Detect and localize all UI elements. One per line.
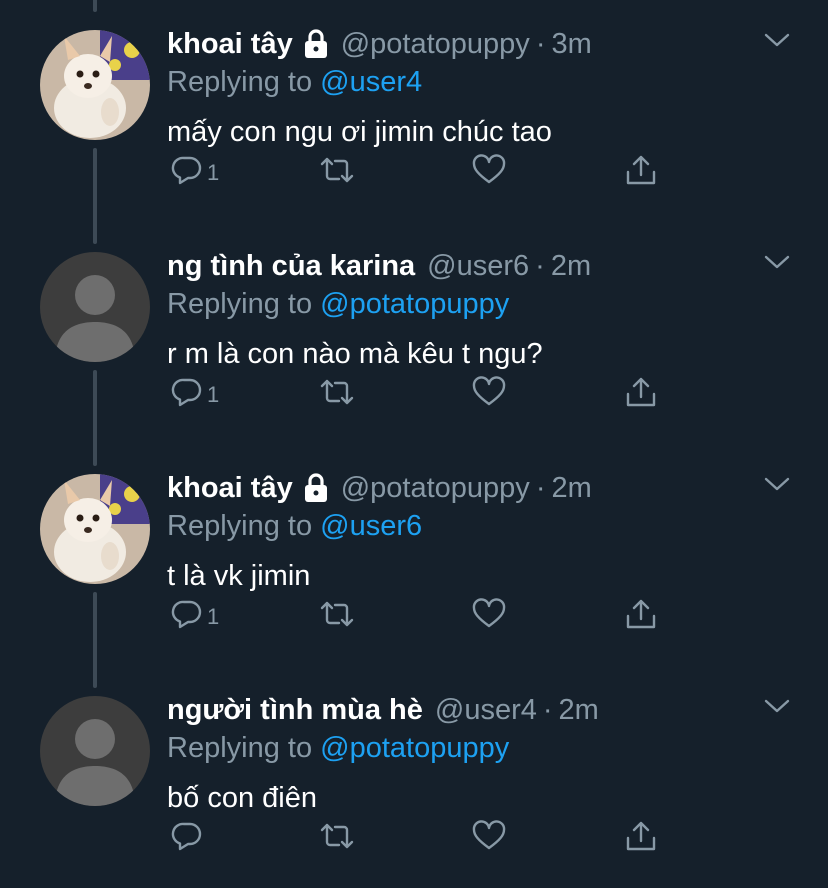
tweet-header: khoai tây @potatopuppy · 2m (167, 466, 748, 510)
replying-to-label: Replying to (167, 510, 313, 542)
tweet-header: khoai tây @potatopuppy · 3m (167, 22, 748, 66)
reply-count: 1 (207, 382, 220, 407)
display-name[interactable]: người tình mùa hè (167, 694, 423, 727)
dog-avatar-image (40, 30, 150, 140)
reply-count: 1 (207, 604, 220, 629)
reply-button[interactable]: 1 (171, 372, 219, 412)
chevron-down-icon[interactable] (764, 696, 790, 716)
tweet[interactable]: ng tình của karina @user6 · 2m Replying … (0, 222, 828, 466)
chevron-down-icon[interactable] (764, 252, 790, 272)
like-button[interactable] (472, 816, 506, 856)
heart-icon (472, 376, 506, 406)
tweet-header: ng tình của karina @user6 · 2m (167, 244, 748, 288)
replying-to: Replying to @potatopuppy (167, 288, 509, 321)
tweet-actions (167, 816, 667, 856)
replying-to-label: Replying to (167, 732, 313, 764)
timestamp[interactable]: 2m (551, 250, 591, 283)
tweet-actions: 1 (167, 372, 667, 412)
like-button[interactable] (472, 372, 506, 412)
timestamp[interactable]: 2m (551, 472, 591, 505)
retweet-button[interactable] (319, 816, 355, 856)
reply-button[interactable]: 1 (171, 594, 219, 634)
tweet-text: r m là con nào mà kêu t ngu? (167, 338, 543, 370)
display-name[interactable]: ng tình của karina (167, 250, 415, 283)
default-profile-image (40, 696, 150, 806)
reply-icon (171, 156, 202, 185)
share-icon (626, 155, 656, 185)
timestamp[interactable]: 2m (559, 694, 599, 727)
retweet-icon (320, 601, 354, 627)
share-button[interactable] (625, 816, 657, 856)
lock-icon (303, 473, 329, 503)
replying-to: Replying to @user6 (167, 510, 422, 543)
heart-icon (472, 154, 506, 184)
chevron-down-icon[interactable] (764, 474, 790, 494)
tweet-text: mấy con ngu ơi jimin chúc tao (167, 116, 552, 148)
reply-icon (171, 600, 202, 629)
lock-icon (303, 29, 329, 59)
share-button[interactable] (625, 594, 657, 634)
handle[interactable]: @user4 (435, 694, 537, 727)
replying-to-mention[interactable]: @user6 (320, 510, 422, 542)
share-icon (626, 599, 656, 629)
retweet-button[interactable] (319, 372, 355, 412)
replying-to-mention[interactable]: @potatopuppy (320, 288, 509, 320)
tweet[interactable]: khoai tây @potatopuppy · 3m Replying to … (0, 0, 828, 244)
like-button[interactable] (472, 150, 506, 190)
handle[interactable]: @potatopuppy (341, 28, 530, 61)
handle[interactable]: @potatopuppy (341, 472, 530, 505)
separator-dot: · (535, 471, 546, 504)
display-name[interactable]: khoai tây (167, 472, 293, 505)
display-name[interactable]: khoai tây (167, 28, 293, 61)
retweet-icon (320, 157, 354, 183)
avatar[interactable] (40, 696, 150, 806)
reply-button[interactable]: 1 (171, 150, 219, 190)
reply-count: 1 (207, 160, 220, 185)
reply-icon (171, 822, 202, 851)
tweet-actions: 1 (167, 150, 667, 190)
handle[interactable]: @user6 (427, 250, 529, 283)
tweet-text: t là vk jimin (167, 560, 311, 592)
replying-to-mention[interactable]: @user4 (320, 66, 422, 98)
share-button[interactable] (625, 150, 657, 190)
default-profile-image (40, 252, 150, 362)
heart-icon (472, 820, 506, 850)
share-icon (626, 377, 656, 407)
avatar[interactable] (40, 474, 150, 584)
share-button[interactable] (625, 372, 657, 412)
tweet-text: bố con điên (167, 782, 317, 814)
timestamp[interactable]: 3m (551, 28, 591, 61)
like-button[interactable] (472, 594, 506, 634)
avatar[interactable] (40, 30, 150, 140)
tweet-actions: 1 (167, 594, 667, 634)
thread-connector (93, 0, 97, 12)
separator-dot: · (535, 27, 546, 60)
replying-to: Replying to @potatopuppy (167, 732, 509, 765)
replying-to: Replying to @user4 (167, 66, 422, 99)
separator-dot: · (535, 249, 545, 282)
dog-avatar-image (40, 474, 150, 584)
separator-dot: · (542, 693, 553, 726)
replying-to-mention[interactable]: @potatopuppy (320, 732, 509, 764)
heart-icon (472, 598, 506, 628)
tweet[interactable]: khoai tây @potatopuppy · 2m Replying to … (0, 444, 828, 688)
tweet[interactable]: người tình mùa hè @user4 · 2m Replying t… (0, 666, 828, 888)
retweet-icon (320, 379, 354, 405)
retweet-button[interactable] (319, 594, 355, 634)
reply-icon (171, 378, 202, 407)
replying-to-label: Replying to (167, 288, 313, 320)
chevron-down-icon[interactable] (764, 30, 790, 50)
retweet-button[interactable] (319, 150, 355, 190)
share-icon (626, 821, 656, 851)
retweet-icon (320, 823, 354, 849)
tweet-header: người tình mùa hè @user4 · 2m (167, 688, 748, 732)
reply-button[interactable] (171, 816, 207, 856)
avatar[interactable] (40, 252, 150, 362)
replying-to-label: Replying to (167, 66, 313, 98)
